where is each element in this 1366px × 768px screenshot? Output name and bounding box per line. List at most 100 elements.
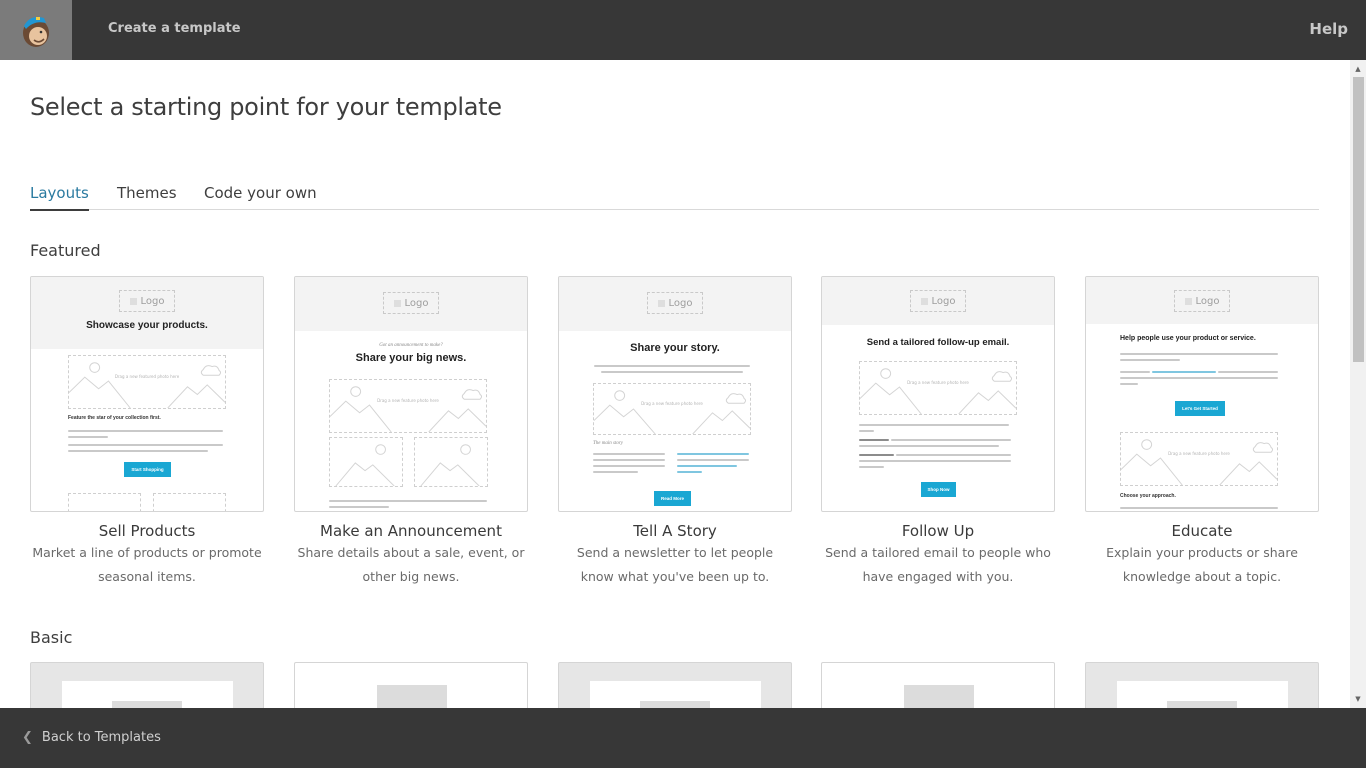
preview-image-placeholder: Drag a new feature photo here — [593, 383, 751, 435]
text-link-line — [677, 465, 737, 467]
help-link[interactable]: Help — [1309, 20, 1348, 38]
layout-card-tell-a-story[interactable]: Logo Share your story. Drag a new featur… — [558, 276, 792, 589]
back-to-templates-link[interactable]: ❮ Back to Templates — [22, 730, 161, 745]
text-line — [859, 454, 894, 456]
layout-name: Educate — [1171, 522, 1233, 540]
layout-description: Explain your products or share knowledge… — [1106, 545, 1298, 584]
text-line — [593, 459, 665, 461]
layout-preview[interactable]: Logo Share your story. Drag a new featur… — [558, 276, 792, 512]
text-line — [896, 454, 1011, 456]
layout-logo-block — [377, 685, 447, 708]
preview-logo-placeholder: Logo — [910, 290, 966, 312]
preview-kicker: Got an announcement to make? — [379, 343, 443, 348]
back-label: Back to Templates — [41, 730, 161, 745]
text-link-line — [677, 471, 702, 473]
drag-photo-text: Drag a new feature photo here — [377, 397, 439, 403]
layout-logo-block — [112, 701, 182, 708]
layout-name: Tell A Story — [633, 522, 717, 540]
text-line — [593, 465, 665, 467]
tab-layouts[interactable]: Layouts — [30, 184, 89, 211]
preview-logo-text: Logo — [140, 295, 165, 307]
preview-header: Logo — [822, 277, 1054, 325]
preview-logo-text: Logo — [668, 297, 693, 309]
main-content: Select a starting point for your templat… — [0, 60, 1350, 708]
preview-logo-placeholder: Logo — [119, 290, 175, 312]
scroll-down-arrow-icon[interactable]: ▼ — [1350, 692, 1366, 706]
preview-headline: Send a tailored follow-up email. — [866, 337, 1010, 348]
layout-description: Market a line of products or promote sea… — [32, 545, 262, 584]
text-line — [859, 445, 999, 447]
text-line — [859, 466, 884, 468]
text-line — [859, 439, 889, 441]
preview-image-placeholder: Drag a new feature photo here — [1120, 432, 1278, 486]
text-line — [1218, 371, 1278, 373]
layout-logo-block — [904, 685, 974, 708]
preview-header: Logo — [295, 277, 527, 331]
image-icon — [920, 297, 928, 305]
preview-button: Start Shopping — [124, 462, 171, 477]
image-icon — [1184, 297, 1192, 305]
text-line — [593, 471, 638, 473]
text-line — [329, 500, 487, 502]
text-line — [859, 460, 1011, 462]
mountain-image-icon — [335, 444, 395, 486]
preview-kicker: The main story — [593, 441, 623, 446]
preview-logo-placeholder: Logo — [647, 292, 703, 314]
preview-image-placeholder — [414, 437, 488, 487]
scroll-up-arrow-icon[interactable]: ▲ — [1350, 62, 1366, 76]
basic-layout-card[interactable] — [1085, 662, 1319, 708]
top-bar: Create a template Help — [0, 0, 1366, 60]
app-logo[interactable] — [0, 0, 72, 60]
chevron-left-icon: ❮ — [22, 730, 33, 745]
text-link-line — [677, 453, 749, 455]
text-line — [1120, 383, 1138, 385]
mountain-image-icon — [1121, 439, 1277, 485]
vertical-scrollbar[interactable]: ▲ ▼ — [1350, 60, 1366, 708]
text-line — [1120, 371, 1150, 373]
preview-logo-placeholder: Logo — [383, 292, 439, 314]
preview-logo-text: Logo — [931, 295, 956, 307]
tab-code-your-own[interactable]: Code your own — [204, 184, 317, 211]
layout-name: Sell Products — [98, 522, 196, 540]
layout-card-sell-products[interactable]: Logo Showcase your products. Drag a new … — [30, 276, 264, 589]
basic-layout-card[interactable] — [821, 662, 1055, 708]
preview-headline: Share your story. — [630, 342, 720, 354]
preview-image-placeholder: Drag a new feature photo here — [859, 361, 1017, 415]
preview-subheading: Choose your approach. — [1120, 493, 1176, 499]
layout-preview[interactable]: Logo Help people use your product or ser… — [1085, 276, 1319, 512]
layout-preview[interactable]: Logo Send a tailored follow-up email. Dr… — [821, 276, 1055, 512]
section-title-basic: Basic — [30, 628, 73, 647]
preview-header: Logo — [1086, 277, 1318, 324]
layout-card-make-an-announcement[interactable]: Logo Got an announcement to make? Share … — [294, 276, 528, 589]
mountain-image-icon — [420, 444, 480, 486]
preview-headline: Help people use your product or service. — [1120, 335, 1256, 342]
text-line — [68, 450, 208, 452]
preview-image-placeholder: Drag a new feature photo here — [329, 379, 487, 433]
layout-preview[interactable]: Logo Showcase your products. Drag a new … — [30, 276, 264, 512]
page-title: Select a starting point for your templat… — [30, 93, 502, 121]
preview-subheading: Feature the star of your collection firs… — [68, 415, 161, 421]
layout-description: Share details about a sale, event, or ot… — [297, 545, 525, 584]
tab-themes[interactable]: Themes — [117, 184, 177, 211]
basic-layout-card[interactable] — [30, 662, 264, 708]
layout-body-block — [590, 681, 761, 708]
preview-image-placeholder — [153, 493, 226, 511]
layout-preview[interactable]: Logo Got an announcement to make? Share … — [294, 276, 528, 512]
drag-photo-text: Drag a new feature photo here — [1168, 450, 1230, 456]
layout-card-educate[interactable]: Logo Help people use your product or ser… — [1085, 276, 1319, 589]
preview-image-placeholder — [329, 437, 403, 487]
text-line — [859, 430, 874, 432]
layout-logo-block — [1167, 701, 1237, 708]
mountain-image-icon — [860, 368, 1016, 414]
scrollbar-thumb[interactable] — [1353, 77, 1364, 362]
preview-headline: Showcase your products. — [86, 320, 208, 331]
layout-card-follow-up[interactable]: Logo Send a tailored follow-up email. Dr… — [821, 276, 1055, 589]
mountain-image-icon — [330, 386, 486, 432]
layout-name: Make an Announcement — [320, 522, 502, 540]
preview-header: Logo — [559, 277, 791, 331]
layout-description: Send a tailored email to people who have… — [825, 545, 1051, 584]
basic-layout-card[interactable] — [294, 662, 528, 708]
preview-button: Let's Get Started — [1175, 401, 1225, 416]
basic-layout-card[interactable] — [558, 662, 792, 708]
section-title-featured: Featured — [30, 241, 101, 260]
